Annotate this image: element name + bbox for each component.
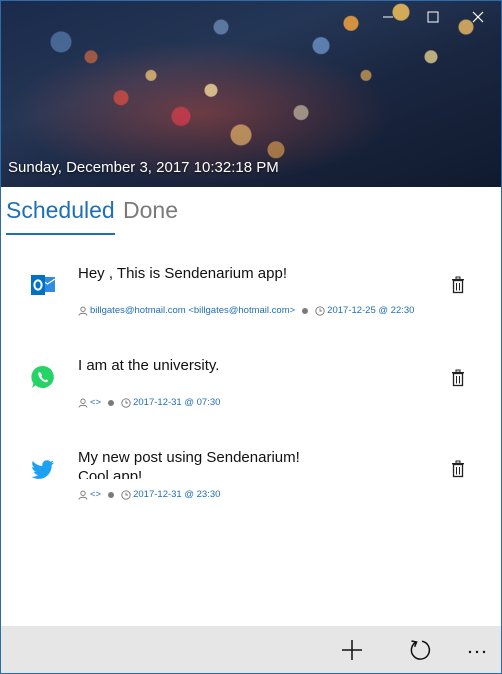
maximize-icon: [427, 11, 439, 23]
whatsapp-icon: [29, 363, 57, 391]
tab-done[interactable]: Done: [123, 197, 178, 224]
separator-dot: [108, 491, 115, 498]
schedule-text: 2017-12-31 @ 23:30: [133, 489, 221, 500]
schedule-text: 2017-12-31 @ 07:30: [133, 397, 221, 408]
message-meta: <> 2017-12-31 @ 07:30: [78, 397, 220, 408]
maximize-button[interactable]: [418, 5, 448, 29]
minimize-icon: [383, 16, 393, 18]
recipient-text: <>: [90, 489, 102, 500]
active-tab-indicator: [6, 233, 115, 235]
person-icon: [78, 306, 88, 316]
outlook-icon: [29, 271, 57, 299]
close-icon: [472, 11, 484, 23]
separator-dot: [108, 399, 115, 406]
delete-button[interactable]: [450, 276, 466, 294]
delete-button[interactable]: [450, 369, 466, 387]
recipient-text: <>: [90, 397, 102, 408]
add-icon: [342, 640, 362, 660]
schedule-text: 2017-12-25 @ 22:30: [327, 305, 415, 316]
command-bar: [1, 626, 501, 673]
recipient-text: billgates@hotmail.com <billgates@hotmail…: [90, 305, 296, 316]
refresh-button[interactable]: [408, 638, 432, 662]
tab-scheduled[interactable]: Scheduled: [6, 197, 115, 224]
add-button[interactable]: [340, 638, 364, 662]
message-text: My new post using Sendenarium! Cool app!: [78, 449, 300, 479]
person-icon: [78, 398, 88, 408]
clock-icon: [315, 305, 325, 316]
more-button[interactable]: [465, 638, 489, 662]
person-icon: [78, 490, 88, 500]
list-item[interactable]: I am at the university. <> 2017-12-31 @ …: [1, 351, 501, 441]
twitter-icon: [29, 455, 57, 483]
separator-dot: [302, 307, 309, 314]
trash-icon: [452, 276, 464, 294]
current-datetime: Sunday, December 3, 2017 10:32:18 PM: [8, 159, 279, 176]
minimize-button[interactable]: [373, 5, 403, 29]
header-image: Sunday, December 3, 2017 10:32:18 PM: [1, 1, 501, 187]
message-text: I am at the university.: [78, 357, 220, 374]
message-meta: <> 2017-12-31 @ 23:30: [78, 489, 220, 500]
app-window: Sunday, December 3, 2017 10:32:18 PM Sch…: [0, 0, 502, 674]
trash-icon: [452, 369, 464, 387]
trash-icon: [452, 460, 464, 478]
refresh-icon: [410, 640, 431, 660]
clock-icon: [121, 397, 131, 408]
message-meta: billgates@hotmail.com <billgates@hotmail…: [78, 305, 414, 316]
message-text: Hey , This is Sendenarium app!: [78, 265, 287, 282]
more-icon: [468, 650, 486, 654]
list-item[interactable]: Hey , This is Sendenarium app! billgates…: [1, 251, 501, 341]
delete-button[interactable]: [450, 460, 466, 478]
list-item[interactable]: My new post using Sendenarium! Cool app!…: [1, 441, 501, 531]
close-button[interactable]: [463, 5, 493, 29]
clock-icon: [121, 489, 131, 500]
